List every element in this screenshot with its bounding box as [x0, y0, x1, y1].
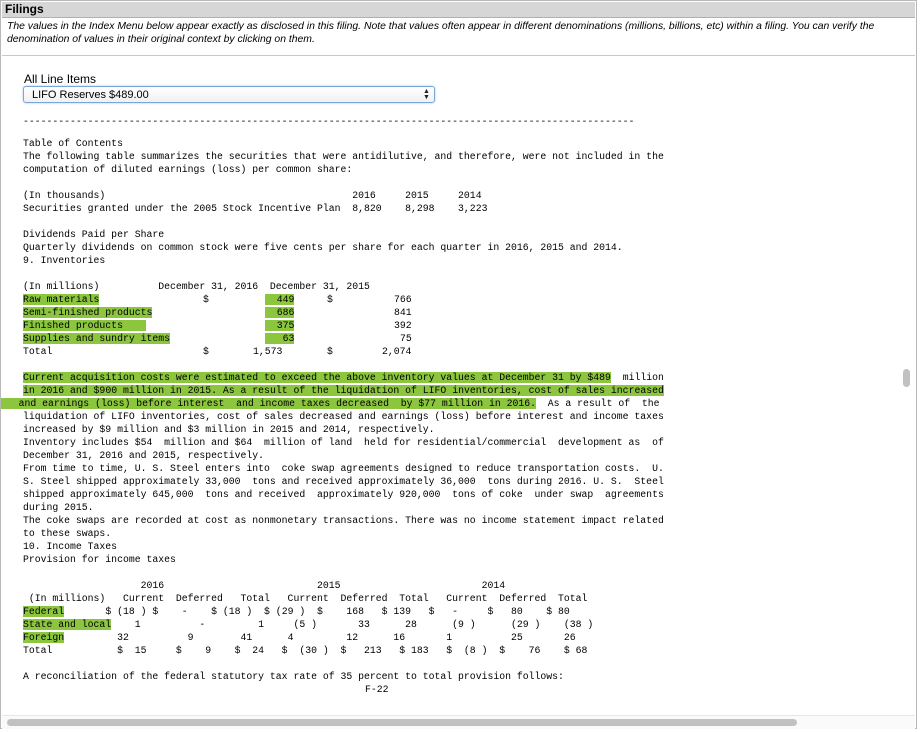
- horizontal-scroll-thumb[interactable]: [7, 719, 797, 726]
- doc-text: to these swaps.: [23, 528, 112, 539]
- selected-line-item: LIFO Reserves $489.00: [32, 89, 149, 101]
- row-label[interactable]: State and local: [23, 619, 112, 630]
- row-label[interactable]: Raw materials: [23, 294, 100, 305]
- doc-text: during 2015.: [23, 502, 94, 513]
- highlighted-text[interactable]: in 2016 and $9: [23, 385, 106, 396]
- value-cell[interactable]: 63: [265, 333, 295, 344]
- table-cell: 392: [394, 320, 412, 331]
- divider: [2, 55, 915, 56]
- doc-heading: 10. Income Taxes: [23, 541, 118, 552]
- inventory-header: (In millions) December 31, 2016 December…: [23, 281, 370, 292]
- doc-text: in 2016 and $900 million in 2015. As a r…: [23, 384, 664, 397]
- vertical-scrollbar[interactable]: [900, 113, 914, 715]
- value-cell[interactable]: 449: [265, 294, 295, 305]
- highlighted-text[interactable]: As a result of the liquidation of LIFO i…: [222, 385, 664, 396]
- currency-symbol: $: [327, 346, 333, 357]
- select-arrows-icon: ▲ ▼: [423, 88, 430, 101]
- toc-link[interactable]: Table of Contents: [23, 137, 123, 150]
- row-label[interactable]: Supplies and sundry items: [23, 333, 170, 344]
- doc-text: The coke swaps are recorded at cost as n…: [23, 515, 664, 526]
- rule-line: ----------------------------------------…: [23, 116, 635, 127]
- table-row-label: Total: [23, 346, 53, 357]
- horizontal-scrollbar[interactable]: [2, 715, 915, 729]
- row-label[interactable]: Semi-finished products: [23, 307, 153, 318]
- doc-text: computation of diluted earnings (loss) p…: [23, 164, 353, 175]
- currency-symbol: $: [327, 294, 333, 305]
- doc-text: liquidation of LIFO inventories, cost of…: [23, 411, 664, 422]
- table-cell: 449: [265, 293, 295, 306]
- doc-text: December 31, 2016 and 2015, respectively…: [23, 450, 265, 461]
- row-label[interactable]: Foreign: [23, 632, 65, 643]
- table-row: State and local 1 - 1 (5 ) 33 28 (9 ) (2…: [23, 619, 594, 630]
- table-cell: 1,573: [253, 346, 283, 357]
- tax-year-header: 2016 2015 2014: [23, 580, 506, 591]
- securities-row: Securities granted under the 2005 Stock …: [23, 203, 488, 214]
- table-row: Federal $ (18 ) $ - $ (18 ) $ (29 ) $ 16…: [23, 606, 570, 617]
- doc-heading: Provision for income taxes: [23, 554, 176, 565]
- doc-text: and earnings (loss) before interest and …: [1, 397, 659, 410]
- line-items-label: All Line Items: [24, 72, 97, 86]
- securities-header: (In thousands) 2016 2015 2014: [23, 190, 482, 201]
- table-cell: 686: [265, 306, 295, 319]
- table-row: Total $ 15 $ 9 $ 24 $ (30 ) $ 213 $ 183 …: [23, 645, 588, 656]
- filing-document: ----------------------------------------…: [1, 113, 899, 715]
- row-label[interactable]: Federal: [23, 606, 65, 617]
- table-row: Raw materials: [23, 293, 100, 306]
- table-cell: 75: [400, 333, 412, 344]
- doc-text: increased by $9 million and $3 million i…: [23, 424, 435, 435]
- doc-text: A reconciliation of the federal statutor…: [23, 671, 564, 682]
- currency-symbol: $: [203, 294, 209, 305]
- lifo-value-link[interactable]: $489: [587, 372, 611, 383]
- doc-text: shipped approximately 645,000 tons and r…: [23, 489, 664, 500]
- value-cell[interactable]: 686: [265, 307, 295, 318]
- vertical-scroll-thumb[interactable]: [903, 369, 910, 387]
- table-row: Semi-finished products: [23, 306, 153, 319]
- currency-symbol: $: [203, 346, 209, 357]
- row-label[interactable]: Finished products: [23, 320, 147, 331]
- doc-text: Inventory includes $54 million and $64 m…: [23, 437, 664, 448]
- panel-title-bar: Filings: [2, 2, 915, 18]
- filings-panel: Filings The values in the Index Menu bel…: [0, 0, 917, 729]
- table-cell: 375: [265, 319, 295, 332]
- highlighted-text[interactable]: Current acquisition costs were estimated…: [23, 372, 588, 383]
- table-cell: 2,074: [382, 346, 412, 357]
- table-row: Finished products: [23, 319, 147, 332]
- doc-text: S. Steel shipped approximately 33,000 to…: [23, 476, 664, 487]
- doc-text: Current acquisition costs were estimated…: [23, 372, 664, 383]
- tax-column-header: (In millions) Current Deferred Total Cur…: [23, 593, 588, 604]
- doc-text: From time to time, U. S. Steel enters in…: [23, 463, 664, 474]
- doc-heading: Dividends Paid per Share: [23, 229, 165, 240]
- doc-heading: 9. Inventories: [23, 255, 106, 266]
- page-number: F-22: [365, 684, 389, 695]
- panel-title: Filings: [5, 2, 44, 16]
- table-cell: 841: [394, 307, 412, 318]
- highlighted-text[interactable]: and earnings (loss) before interest and …: [1, 398, 537, 409]
- table-row: Foreign 32 9 41 4 12 16 1 25 26: [23, 632, 576, 643]
- table-cell: 63: [265, 332, 295, 345]
- notice-text: The values in the Index Menu below appea…: [7, 21, 875, 45]
- doc-text: The following table summarizes the secur…: [23, 151, 664, 162]
- doc-text: Quarterly dividends on common stock were…: [23, 242, 623, 253]
- highlighted-text[interactable]: 00 million in 2015.: [105, 385, 223, 396]
- table-row: Supplies and sundry items: [23, 332, 170, 345]
- table-cell: 766: [394, 294, 412, 305]
- value-cell[interactable]: 375: [265, 320, 295, 331]
- line-item-select[interactable]: LIFO Reserves $489.00 ▲ ▼: [23, 86, 435, 103]
